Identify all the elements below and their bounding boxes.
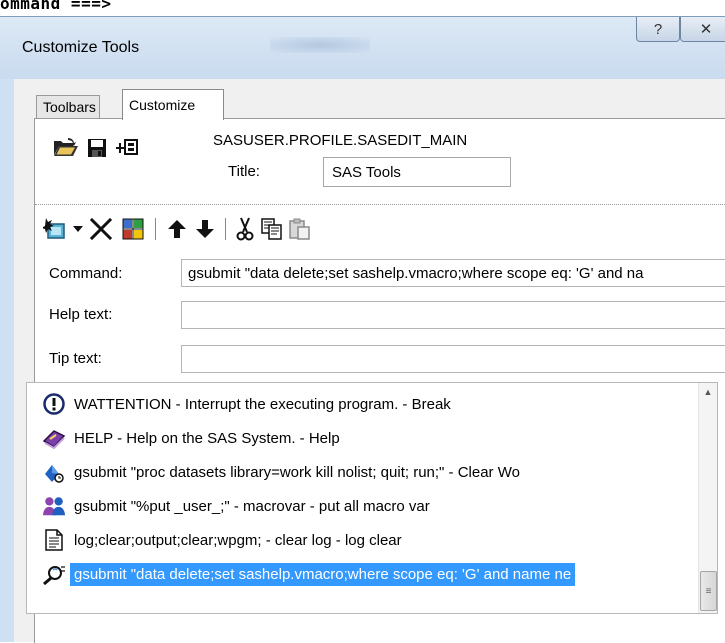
title-input[interactable] — [323, 157, 511, 187]
close-icon: ✕ — [699, 21, 713, 38]
help-icon: ? — [653, 20, 663, 38]
delete-icon[interactable] — [89, 217, 113, 241]
list-item-label: HELP - Help on the SAS System. - Help — [74, 429, 340, 447]
open-folder-icon[interactable] — [53, 137, 79, 157]
toolbar-separator — [155, 218, 156, 240]
dialog-title: Customize Tools — [22, 39, 140, 56]
list-item[interactable]: WATTENTION - Interrupt the executing pro… — [27, 387, 667, 421]
title-bar-glow — [270, 37, 370, 53]
list-item-selected[interactable]: gsubmit "data delete;set sashelp.vmacro;… — [27, 557, 667, 591]
move-up-icon[interactable] — [167, 219, 187, 239]
scroll-up-arrow-icon[interactable]: ▲ — [699, 383, 717, 401]
list-item[interactable]: HELP - Help on the SAS System. - Help — [27, 421, 667, 455]
list-item[interactable]: gsubmit "%put _user_;" - macrovar - put … — [27, 489, 667, 523]
background-command-text: ommand ===> — [0, 0, 112, 13]
scroll-thumb[interactable]: ≡ — [700, 571, 717, 611]
users-icon — [42, 494, 66, 518]
profile-name: SASUSER.PROFILE.SASEDIT_MAIN — [213, 132, 468, 149]
list-item-label: gsubmit "%put _user_;" - macrovar - put … — [74, 497, 430, 515]
command-label: Command: — [49, 265, 123, 282]
move-down-icon[interactable] — [195, 219, 215, 239]
list-item-label: log;clear;output;clear;wpgm; - clear log… — [74, 531, 402, 549]
help-book-icon — [42, 426, 66, 450]
copy-icon[interactable] — [261, 218, 283, 240]
cut-icon[interactable] — [235, 217, 255, 241]
tab-toolbars[interactable]: Toolbars — [36, 95, 100, 118]
list-item-label: gsubmit "data delete;set sashelp.vmacro;… — [70, 562, 576, 586]
section-divider — [35, 204, 725, 206]
paste-icon[interactable] — [289, 218, 311, 240]
help-text-input[interactable] — [181, 301, 725, 329]
command-input[interactable] — [181, 259, 725, 287]
list-item[interactable]: gsubmit "proc datasets library=work kill… — [27, 455, 667, 489]
dataset-clear-icon — [42, 460, 66, 484]
title-label: Title: — [228, 163, 260, 180]
tool-listbox[interactable]: WATTENTION - Interrupt the executing pro… — [26, 382, 718, 614]
dialog-client-area: Toolbars Customize SASUSER.PROFILE.SASED… — [14, 79, 725, 643]
tip-text-input[interactable] — [181, 345, 725, 373]
attention-icon — [42, 392, 66, 416]
help-text-label: Help text: — [49, 306, 113, 323]
list-item[interactable]: log;clear;output;clear;wpgm; - clear log… — [27, 523, 667, 557]
list-item-label: gsubmit "proc datasets library=work kill… — [74, 463, 520, 481]
close-button[interactable]: ✕ — [680, 17, 725, 42]
properties-icon[interactable] — [115, 137, 139, 159]
toolbar-separator — [225, 218, 226, 240]
tab-customize[interactable]: Customize — [122, 89, 224, 120]
tool-edit-toolbar — [43, 215, 443, 245]
list-scrollbar[interactable]: ▲ ≡ — [698, 383, 717, 613]
list-item-label: WATTENTION - Interrupt the executing pro… — [74, 395, 451, 413]
customize-tools-dialog: Customize Tools ? ✕ Toolbars Customize S… — [0, 16, 725, 643]
magnifier-icon — [42, 562, 66, 586]
dropdown-arrow-icon[interactable] — [73, 225, 83, 233]
document-icon — [42, 528, 66, 552]
help-button[interactable]: ? — [636, 17, 680, 42]
save-icon[interactable] — [87, 138, 107, 158]
tip-text-label: Tip text: — [49, 350, 102, 367]
title-bar: Customize Tools ? ✕ — [0, 17, 725, 79]
add-tool-icon[interactable] — [43, 217, 69, 241]
change-icon-icon[interactable] — [121, 217, 145, 241]
